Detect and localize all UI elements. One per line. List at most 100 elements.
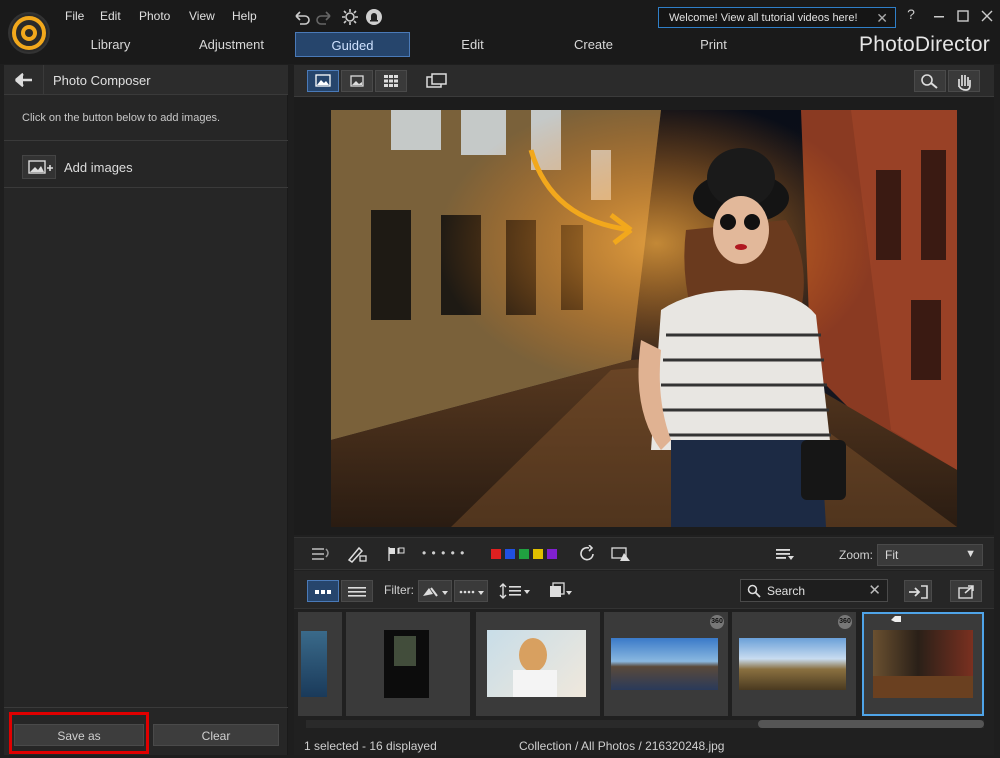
sort-order-icon[interactable] [499,582,531,602]
scrollbar-thumb[interactable] [758,720,984,728]
photo-tools-toolbar: • • • • • Zoom: Fit ▼ [294,537,994,570]
thumbnail-dark-window[interactable] [346,612,470,716]
zoom-value: Fit [885,548,899,562]
menu-file[interactable]: File [65,9,84,23]
chevron-down-icon: ▼ [965,548,976,560]
hand-pan-tool-button[interactable] [948,70,980,92]
undo-icon[interactable] [291,8,311,26]
search-input[interactable]: Search ✕ [740,579,888,602]
flag-filter-dropdown[interactable] [418,580,452,602]
thumbnail-image [301,631,327,697]
thumbnail-panorama-sky[interactable]: 360 [732,612,856,716]
share-export-button[interactable] [950,580,982,602]
menu-edit[interactable]: Edit [100,9,121,23]
compare-view-button[interactable] [341,70,373,92]
menu-photo[interactable]: Photo [139,9,170,23]
minimize-icon[interactable] [930,6,948,26]
photo-canvas[interactable] [294,97,994,535]
list-view-button[interactable] [341,580,373,602]
collection-path: Collection / All Photos / 216320248.jpg [519,739,725,753]
filter-bar: Filter: Search ✕ [294,571,994,609]
tab-edit[interactable]: Edit [415,32,530,57]
thumbnail-water[interactable] [298,612,342,716]
status-bar: 1 selected - 16 displayed Collection / A… [294,735,994,755]
panel-header: Photo Composer [4,65,288,95]
back-arrow-icon[interactable] [4,65,44,95]
rotate-icon[interactable] [577,545,599,563]
save-as-highlight-box [9,712,149,754]
thumbnail-image [384,630,429,698]
filter-label: Filter: [384,583,414,597]
360-badge: 360 [838,615,852,629]
welcome-tutorial-banner[interactable]: Welcome! View all tutorial videos here! … [658,7,896,28]
star-rating-dots[interactable]: • • • • • [422,546,465,560]
panel-title: Photo Composer [53,73,151,88]
help-icon[interactable]: ? [902,6,920,26]
thumbnail-image [487,630,586,697]
rating-filter-dropdown[interactable] [454,580,488,602]
tab-adjustment[interactable]: Adjustment [174,32,289,57]
close-window-icon[interactable] [978,6,996,26]
welcome-text: Welcome! View all tutorial videos here! [669,12,858,24]
filmstrip[interactable]: 360 360 [294,610,994,720]
photo-composer-panel: Photo Composer Click on the button below… [4,65,288,755]
app-logo-icon[interactable] [8,12,50,54]
thumbnail-image [611,638,718,690]
grid-view-button[interactable] [375,70,407,92]
menu-view[interactable]: View [189,9,215,23]
main-workspace: • • • • • Zoom: Fit ▼ Filter: Search ✕ 3… [294,65,994,755]
thumbnail-image [873,630,973,698]
thumbnail-view-button[interactable] [307,580,339,602]
thumbnail-night-street[interactable] [862,612,984,716]
color-label-purple[interactable] [547,549,557,559]
divider [4,140,288,141]
zoom-label: Zoom: [839,548,874,562]
menu-help[interactable]: Help [232,9,257,23]
search-placeholder: Search [767,584,806,598]
rotate-stack-icon[interactable] [310,545,332,563]
color-label-blue[interactable] [505,549,515,559]
tab-library[interactable]: Library [53,32,168,57]
stack-dropdown-icon[interactable] [547,582,575,602]
tab-guided[interactable]: Guided [295,32,410,57]
add-images-button[interactable]: Add images [22,155,222,179]
selection-status: 1 selected - 16 displayed [304,739,437,753]
composed-photo-preview[interactable] [331,110,957,527]
title-bar: File Edit Photo View Help Welcome! View … [0,0,1000,64]
edit-pen-icon[interactable] [346,545,368,563]
tab-create[interactable]: Create [536,32,651,57]
thumbnail-panorama-rocks[interactable]: 360 [604,612,728,716]
flag-icon[interactable] [386,545,408,563]
tag-icon [890,615,902,625]
divider [4,187,288,188]
close-banner-icon[interactable]: ✕ [876,10,888,27]
360-badge: 360 [710,615,724,629]
thumbnail-image [739,638,846,690]
add-image-icon [22,155,56,179]
add-images-hint: Click on the button below to add images. [22,112,221,124]
clear-search-icon[interactable]: ✕ [868,581,881,599]
maximize-icon[interactable] [954,6,972,26]
app-brand-name: PhotoDirector [859,33,990,56]
color-label-green[interactable] [519,549,529,559]
single-view-button[interactable] [307,70,339,92]
filmstrip-scrollbar[interactable] [306,720,984,728]
color-label-yellow[interactable] [533,549,543,559]
sort-menu-icon[interactable] [774,545,796,563]
color-label-red[interactable] [491,549,501,559]
redo-icon[interactable] [315,8,335,26]
crop-warning-icon[interactable] [610,545,632,563]
add-images-label: Add images [64,160,133,175]
view-toolbar [294,65,994,97]
clear-button[interactable]: Clear [153,724,279,746]
tab-print[interactable]: Print [656,32,771,57]
export-preview-icon[interactable] [424,71,448,91]
zoom-tool-button[interactable] [914,70,946,92]
zoom-select[interactable]: Fit ▼ [877,544,983,566]
divider [4,707,288,708]
settings-gear-icon[interactable] [340,8,360,26]
thumbnail-woman-portrait[interactable] [476,612,600,716]
notification-bell-icon[interactable] [365,8,385,26]
import-button[interactable] [904,580,932,602]
search-icon [747,584,761,598]
